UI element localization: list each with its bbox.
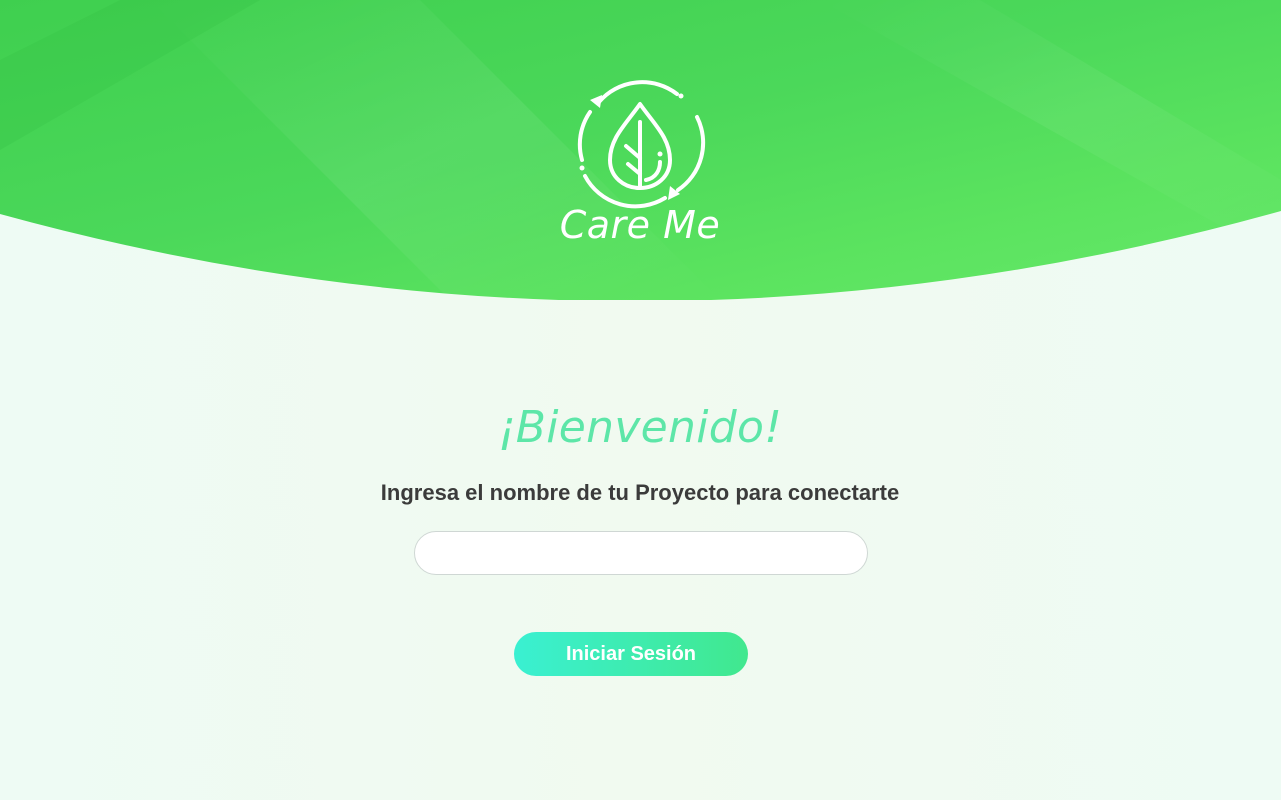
welcome-heading: ¡Bienvenido! [497,402,783,453]
brand-name: Care Me [559,203,721,247]
login-button[interactable]: Iniciar Sesión [514,632,748,676]
login-instruction: Ingresa el nombre de tu Proyecto para co… [380,480,900,505]
recycle-leaf-icon [577,80,706,209]
project-name-input[interactable] [414,531,868,575]
